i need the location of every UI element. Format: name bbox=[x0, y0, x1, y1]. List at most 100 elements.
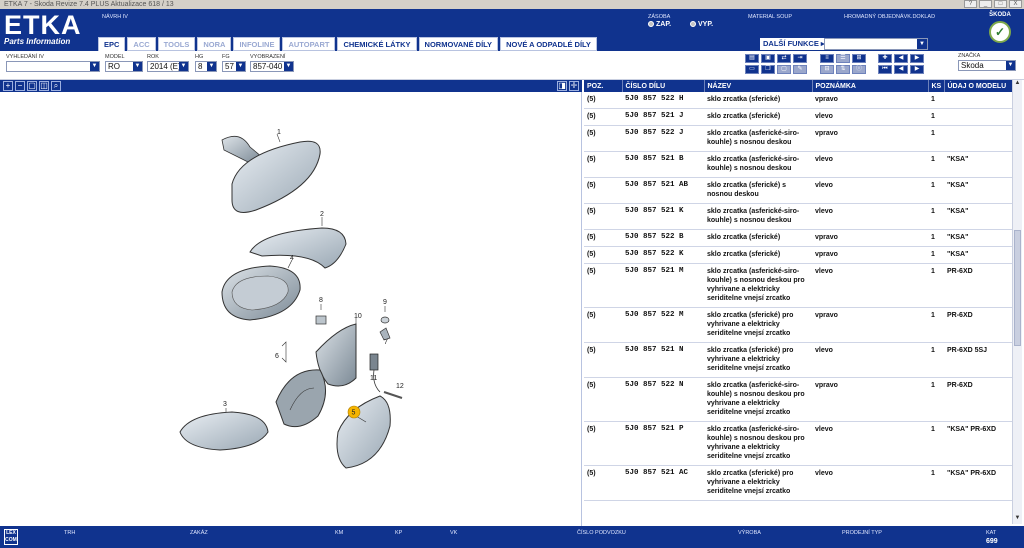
col-nazev[interactable]: NÁZEV bbox=[704, 80, 813, 92]
status-vyroba: VÝROBA bbox=[738, 530, 761, 536]
table-row[interactable]: (5) 5J0 857 521 Psklo zrcatka (asferické-… bbox=[584, 421, 1012, 466]
zoom-area-icon[interactable]: ◫ bbox=[39, 81, 49, 91]
table-row[interactable]: (5) 5J0 857 521 Nsklo zrcatka (sferické) … bbox=[584, 342, 1012, 378]
table-row[interactable]: (5) 5J0 857 522 Ksklo zrcatka (sferické) v… bbox=[584, 246, 1012, 264]
split-view-icon[interactable]: ◨ bbox=[557, 81, 567, 91]
exploded-mirror-drawing[interactable]: 1 2 4 8 9 10 7 6 3 11 12 5 bbox=[0, 92, 582, 526]
callout-9[interactable]: 9 bbox=[383, 299, 387, 306]
pin-icon[interactable]: ✚ bbox=[878, 54, 892, 63]
tab-chemicke-latky[interactable]: CHEMICKÉ LÁTKY bbox=[337, 37, 417, 51]
vyobrazeni-select[interactable]: 857-040 ▼ bbox=[250, 61, 294, 72]
callout-1[interactable]: 1 bbox=[277, 129, 281, 136]
screen-icon[interactable]: ▭ bbox=[745, 65, 759, 74]
znacka-select[interactable]: Skoda ▼ bbox=[958, 60, 1016, 71]
back-icon[interactable]: ◀ bbox=[894, 54, 908, 63]
filter-icon[interactable]: ⊟ bbox=[820, 65, 834, 74]
transfer-icon[interactable]: ⇄ bbox=[777, 54, 791, 63]
minimize-window-button[interactable]: _ bbox=[979, 0, 992, 8]
lower-cover-part bbox=[179, 408, 269, 451]
table-row[interactable]: (5) 5J0 857 522 Hsklo zrcatka (sferické) v… bbox=[584, 92, 1012, 109]
cell-part-number: 5J0 857 521 J bbox=[622, 108, 704, 126]
previous-page-icon[interactable]: ◀ bbox=[894, 65, 908, 74]
zoom-out-icon[interactable]: − bbox=[15, 81, 25, 91]
tab-nora[interactable]: NORA bbox=[197, 37, 232, 51]
callout-10[interactable]: 10 bbox=[354, 313, 362, 320]
tab-acc[interactable]: ACC bbox=[127, 37, 156, 51]
zoom-in-icon[interactable]: + bbox=[3, 81, 13, 91]
list-detail-icon[interactable]: ☰ bbox=[836, 54, 850, 63]
fg-select[interactable]: 57 ▼ bbox=[222, 61, 246, 72]
list-icon[interactable]: ≡ bbox=[820, 54, 834, 63]
table-row[interactable]: (5) 5J0 857 521 Msklo zrcatka (asferické-… bbox=[584, 263, 1012, 308]
col-udaj-o-modelu[interactable]: ÚDAJ O MODELU bbox=[944, 80, 1012, 92]
dalsi-funkce-select[interactable]: ▼ bbox=[824, 38, 928, 50]
print-icon[interactable]: ▤ bbox=[745, 54, 759, 63]
copy-icon[interactable]: ❐ bbox=[761, 65, 775, 74]
scroll-thumb[interactable] bbox=[1014, 230, 1021, 346]
callout-6[interactable]: 6 bbox=[275, 353, 279, 360]
table-row[interactable]: (5) 5J0 857 522 Bsklo zrcatka (sferické) v… bbox=[584, 229, 1012, 247]
callout-11[interactable]: 11 bbox=[370, 375, 377, 382]
help-window-button[interactable]: ? bbox=[964, 0, 977, 8]
cell-part-number: 5J0 857 522 H bbox=[622, 92, 704, 109]
callout-2[interactable]: 2 bbox=[320, 211, 324, 218]
hg-select[interactable]: 8 ▼ bbox=[195, 61, 217, 72]
scroll-up-icon[interactable]: ▲ bbox=[1013, 80, 1022, 89]
tab-normovane-dily[interactable]: NORMOVANÉ DÍLY bbox=[418, 37, 499, 51]
table-scrollbar[interactable]: ▲ ▼ bbox=[1012, 80, 1022, 524]
mirror-glass-part bbox=[336, 395, 391, 469]
cell-note: vpravo bbox=[812, 307, 928, 343]
col-poz[interactable]: POZ. bbox=[584, 80, 623, 92]
vyhledani-select[interactable]: ▼ bbox=[6, 61, 100, 72]
next-page-icon[interactable]: ▶ bbox=[910, 65, 924, 74]
zasoba-zap-radio[interactable]: ZAP. bbox=[648, 21, 671, 28]
maximize-window-button[interactable]: □ bbox=[994, 0, 1007, 8]
paste-icon[interactable]: ▢ bbox=[777, 65, 791, 74]
table-row[interactable]: (5) 5J0 857 522 Msklo zrcatka (sferické) … bbox=[584, 307, 1012, 343]
callout-8[interactable]: 8 bbox=[319, 297, 323, 304]
forward-icon[interactable]: ▶ bbox=[910, 54, 924, 63]
tab-nove-odpadle-dily[interactable]: NOVÉ A ODPADLÉ DÍLY bbox=[500, 37, 597, 51]
table-row[interactable]: (5) 5J0 857 521 AB sklo zrcatka (sferické)… bbox=[584, 177, 1012, 204]
table-row[interactable]: (5) 5J0 857 522 Nsklo zrcatka (asferické-… bbox=[584, 377, 1012, 422]
table-row[interactable]: (5) 5J0 857 521 AC sklo zrcatka (sferické)… bbox=[584, 465, 1012, 501]
mirror-housing-part bbox=[221, 259, 301, 321]
zoom-fit-icon[interactable]: ▢ bbox=[27, 81, 37, 91]
info-icon[interactable]: ⓘ bbox=[852, 65, 866, 74]
tab-autopart[interactable]: AUTOPART bbox=[282, 37, 336, 51]
magnifier-icon[interactable]: ⌕ bbox=[51, 81, 61, 91]
table-row[interactable]: (5) 5J0 857 521 Jsklo zrcatka (sferické) v… bbox=[584, 108, 1012, 126]
cell-poz: (5) bbox=[584, 421, 622, 466]
callout-5[interactable]: 5 bbox=[352, 410, 356, 417]
chevron-down-icon: ▼ bbox=[917, 39, 927, 49]
table-row[interactable]: (5) 5J0 857 521 Bsklo zrcatka (asferické-… bbox=[584, 151, 1012, 178]
edit-icon[interactable]: ✎ bbox=[793, 65, 807, 74]
expand-view-icon[interactable]: ✛ bbox=[569, 81, 579, 91]
cell-part-number: 5J0 857 521 K bbox=[622, 203, 704, 230]
col-ks[interactable]: KS bbox=[928, 80, 945, 92]
callout-12[interactable]: 12 bbox=[396, 383, 404, 390]
col-poznamka[interactable]: POZNÁMKA bbox=[812, 80, 929, 92]
cell-name: sklo zrcatka (sferické) pro vyhrivane a … bbox=[704, 465, 812, 501]
callout-7[interactable]: 7 bbox=[384, 339, 388, 346]
print-preview-icon[interactable]: ▣ bbox=[761, 54, 775, 63]
callout-3[interactable]: 3 bbox=[223, 401, 227, 408]
callout-4[interactable]: 4 bbox=[290, 255, 294, 262]
model-select[interactable]: RO ▼ bbox=[105, 61, 143, 72]
col-cislo-dilu[interactable]: ČÍSLO DÍLU bbox=[622, 80, 705, 92]
rok-select[interactable]: 2014 (E) ▼ bbox=[147, 61, 189, 72]
cart-icon[interactable]: ⊞ bbox=[852, 54, 866, 63]
close-window-button[interactable]: X bbox=[1009, 0, 1022, 8]
tab-tools[interactable]: TOOLS bbox=[157, 37, 196, 51]
scroll-down-icon[interactable]: ▼ bbox=[1013, 515, 1022, 524]
dalsi-funkce-button[interactable]: DALŠÍ FUNKCE ▸ bbox=[760, 38, 828, 50]
export-icon[interactable]: ⇥ bbox=[793, 54, 807, 63]
sort-icon[interactable]: ⇅ bbox=[836, 65, 850, 74]
tab-infoline[interactable]: INFOLINE bbox=[233, 37, 281, 51]
table-row[interactable]: (5) 5J0 857 522 Jsklo zrcatka (asferické-… bbox=[584, 125, 1012, 152]
first-page-icon[interactable]: ⏮ bbox=[878, 65, 892, 74]
zasoba-vyp-radio[interactable]: VYP. bbox=[690, 21, 713, 28]
print-tools-group: ▤ ▣ ⇄ ⇥ ▭ ❐ ▢ ✎ bbox=[745, 54, 807, 74]
table-row[interactable]: (5) 5J0 857 521 Ksklo zrcatka (asferické-… bbox=[584, 203, 1012, 230]
hromadny-label: HROMADNÝ OBJEDNÁVK.DOKLAD bbox=[844, 14, 936, 20]
